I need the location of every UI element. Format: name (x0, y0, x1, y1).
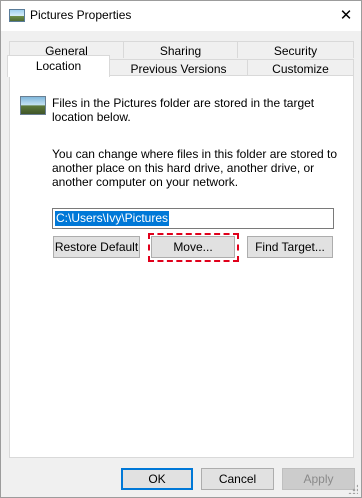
cancel-button[interactable]: Cancel (201, 468, 274, 490)
find-target-button[interactable]: Find Target... (247, 236, 333, 258)
window-title: Pictures Properties (30, 8, 132, 22)
target-path-input[interactable]: C:\Users\Ivy\Pictures (52, 208, 334, 229)
pictures-folder-icon (9, 9, 25, 22)
tab-previous-versions[interactable]: Previous Versions (109, 59, 248, 76)
tab-location[interactable]: Location (7, 55, 110, 77)
close-button[interactable]: ✕ (331, 1, 361, 31)
intro-text: Files in the Pictures folder are stored … (52, 96, 315, 124)
tab-customize[interactable]: Customize (247, 59, 354, 76)
apply-button[interactable]: Apply (282, 468, 355, 490)
selected-path-text: C:\Users\Ivy\Pictures (55, 211, 170, 226)
move-button[interactable]: Move... (151, 236, 235, 258)
tab-sharing[interactable]: Sharing (123, 41, 238, 58)
ok-button[interactable]: OK (121, 468, 193, 490)
location-tab-panel (9, 75, 354, 458)
pictures-folder-icon (20, 96, 46, 115)
restore-default-button[interactable]: Restore Default (53, 236, 140, 258)
properties-dialog: Pictures Properties ✕ General Sharing Se… (0, 0, 362, 498)
change-location-text: You can change where files in this folde… (52, 147, 338, 189)
title-bar[interactable]: Pictures Properties ✕ (1, 1, 361, 31)
tab-security[interactable]: Security (237, 41, 354, 58)
